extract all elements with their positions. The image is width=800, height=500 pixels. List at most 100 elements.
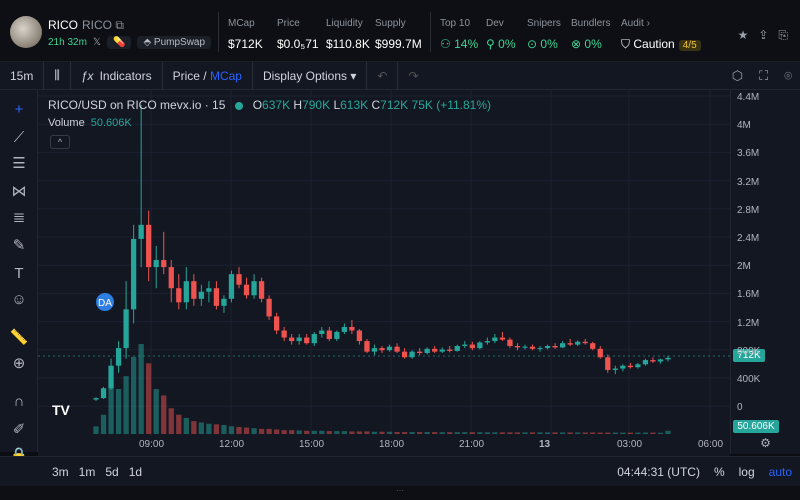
resize-handle[interactable]: ⋯ [0,486,800,500]
candle-body [559,343,566,348]
time-axis[interactable]: 09:00 12:00 15:00 18:00 21:00 13 03:00 06:00 [38,436,730,454]
volume-bar [319,430,325,434]
volume-bar [582,432,588,434]
display-options-button[interactable]: Display Options ▾ [253,61,368,90]
status-dot [235,101,244,110]
volume-bar [424,432,430,434]
star-icon[interactable]: ★ [738,28,749,43]
settings-icon[interactable]: ⬡ [732,68,743,84]
price-axis[interactable]: 712K 50.606K 4.4M 4M 3.6M 3.2M 2.8M 2.4M 2M 1.6… [730,90,800,440]
candle-body [146,224,152,268]
interval-button[interactable]: 15m [0,61,45,90]
candle-body [650,360,656,362]
tradingview-logo[interactable]: TV [52,402,78,422]
volume-bar [447,432,453,434]
x-tick-label: 03:00 [617,439,643,450]
volume-legend: Volume 50.606K [48,117,132,129]
dex-icon: ⬘ [143,37,152,48]
collapse-legend-button[interactable]: ^ [50,135,70,149]
magnet-icon[interactable]: ∩ [9,392,29,412]
drawing-toolbar: + ⟋ ☰ ⋈ ≣ ✎ T ☺ 📏 ⊕ ∩ ✐ 🔒 [0,90,38,464]
range-3m[interactable]: 3m [52,465,69,479]
candle-body [273,316,280,331]
price-chart[interactable]: DA RICO/USD on RICO mevx.io · 15 O637K H… [38,90,730,460]
volume-bar [575,432,581,434]
volume-bar [138,344,144,434]
candle-type-icon[interactable]: ⫼ [44,61,71,90]
utc-clock[interactable]: 04:44:31 (UTC) [617,465,700,479]
volume-bar [627,432,634,434]
y-tick-label: 2.8M [737,204,760,216]
stat-price: Price $0.0₅71 [277,18,319,51]
brush-icon[interactable]: ✎ [9,236,29,256]
candle-body [416,351,423,354]
x-icon[interactable]: 𝕏 [93,37,101,48]
high-value: 790K [302,98,331,112]
export-icon[interactable]: ⎘ [778,28,788,43]
volume-bar [657,432,664,434]
candle-body [432,348,438,352]
redo-icon[interactable]: ↷ [398,62,428,90]
volume-bar [552,432,558,434]
token-avatar[interactable] [10,16,42,48]
stat-dev: Dev ⚲ 0% [486,18,516,51]
price-mcap-toggle[interactable]: Price / MCap [163,61,253,90]
volume-bar [273,429,280,434]
volume-bar [529,432,536,434]
candle-body [115,348,122,366]
candle-body [567,343,573,345]
zoom-icon[interactable]: ⊕ [9,354,29,374]
stat-audit[interactable]: Audit › ⛉ Caution 4/5 [621,18,701,52]
lock-draw-icon[interactable]: ✐ [9,420,29,440]
camera-icon[interactable]: ⌾ [784,68,792,84]
indicators-button[interactable]: ƒx Indicators [71,61,163,90]
percent-toggle[interactable]: % [714,465,725,479]
volume-bar [642,432,649,434]
trendline-icon[interactable]: ⟋ [9,128,29,148]
crosshair-icon[interactable]: + [9,100,29,120]
text-icon[interactable]: T [9,264,29,284]
chevron-right-icon: › [646,18,650,29]
function-icon: ƒx [80,68,94,83]
y-tick-label: 1.6M [737,289,760,301]
horizontal-lines-icon[interactable]: ☰ [9,154,29,174]
candle-body [206,288,212,292]
chart-canvas[interactable]: DA [38,90,730,436]
candle-body [296,337,302,342]
volume-bar [198,422,205,434]
ruler-icon[interactable]: 📏 [9,328,29,348]
dex-chip[interactable]: ⬘ PumpSwap [137,36,212,49]
candle-body [394,346,400,352]
chart-toolbar: 15m ⫼ ƒx Indicators Price / MCap Display … [0,61,800,90]
pill-icon[interactable]: 💊 [106,36,132,49]
volume-bar [115,389,122,434]
volume-bar [590,432,596,434]
volume-bar [416,432,423,434]
emoji-icon[interactable]: ☺ [9,290,29,310]
axis-settings-icon[interactable]: ⚙ [730,436,800,454]
candle-body [379,348,385,351]
range-1d[interactable]: 1d [129,465,142,479]
candle-body [326,330,332,339]
fullscreen-icon[interactable]: ⛶ [759,68,768,84]
volume-bar [477,432,483,434]
range-5d[interactable]: 5d [105,465,118,479]
candle-body [221,298,227,306]
share-icon[interactable]: ⇪ [758,28,768,43]
log-toggle[interactable]: log [739,465,755,479]
candle-body [642,360,649,365]
x-tick-label: 21:00 [459,439,485,450]
volume-bar [236,426,242,434]
candle-body [409,351,415,358]
candle-body [605,357,611,370]
range-1m[interactable]: 1m [79,465,96,479]
auto-toggle[interactable]: auto [769,465,792,479]
copy-icon[interactable]: ⧉ [115,18,124,32]
fib-icon[interactable]: ≣ [9,208,29,228]
volume-bar [454,432,460,434]
pattern-icon[interactable]: ⋈ [9,182,29,202]
undo-icon[interactable]: ↶ [367,61,399,90]
volume-bar [386,431,393,434]
volume-bar [266,428,272,434]
candle-body [213,288,220,306]
